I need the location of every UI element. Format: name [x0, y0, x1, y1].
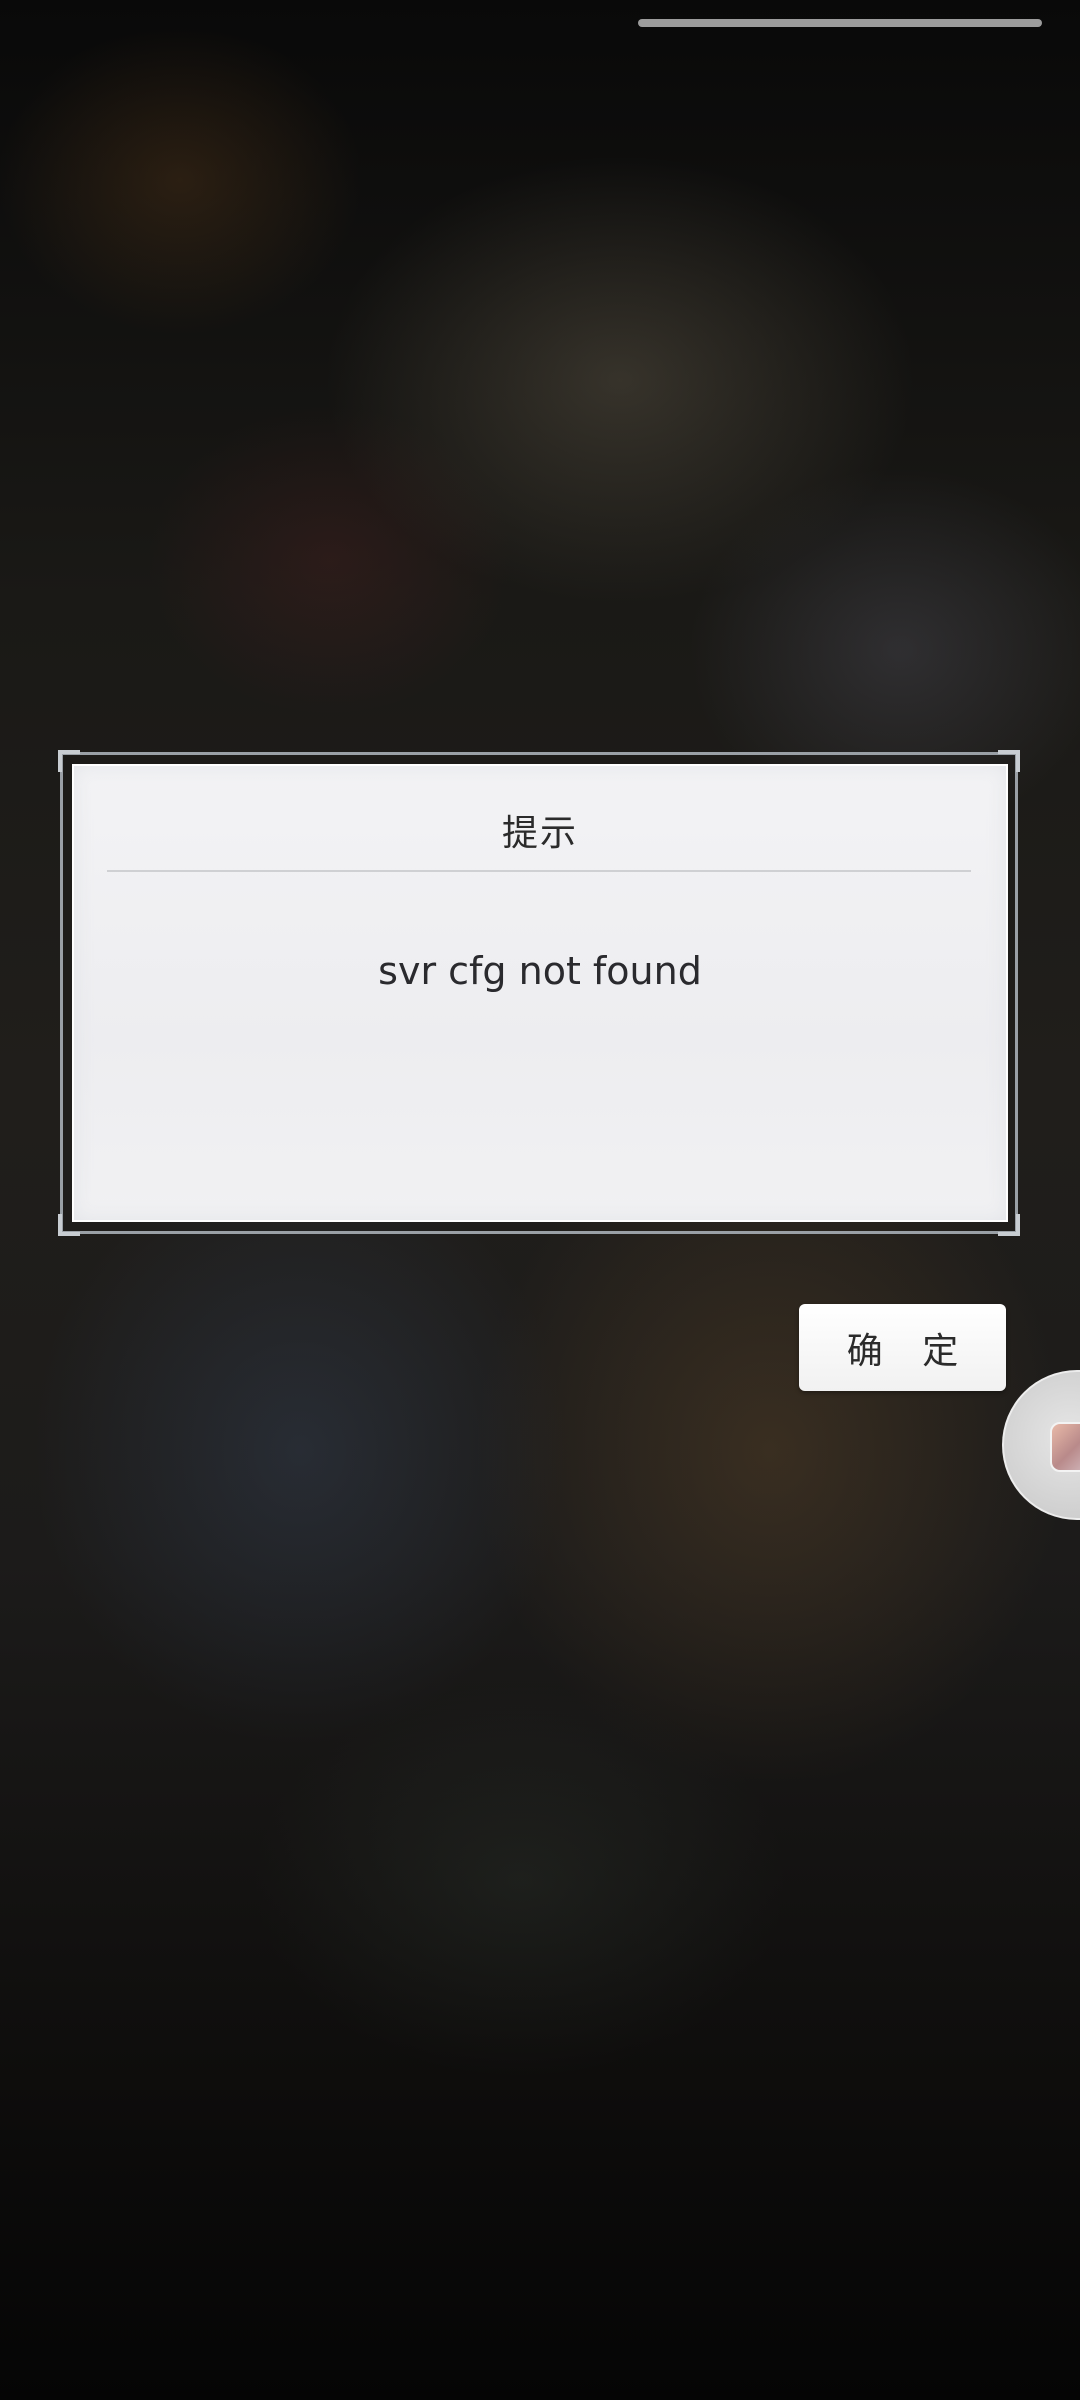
gesture-bar[interactable]: [638, 19, 1042, 27]
app-avatar-icon: [1050, 1422, 1080, 1472]
dialog-message: svr cfg not found: [378, 949, 702, 993]
dialog-divider: [107, 870, 971, 872]
dialog-title: 提示: [501, 813, 578, 854]
confirm-button[interactable]: 确 定: [799, 1304, 1006, 1391]
alert-dialog: 提示 svr cfg not found: [72, 764, 1008, 1222]
blurred-game-background: 提示 svr cfg not found 确 定: [0, 0, 1080, 2400]
floating-assistant-button[interactable]: [1002, 1370, 1080, 1520]
